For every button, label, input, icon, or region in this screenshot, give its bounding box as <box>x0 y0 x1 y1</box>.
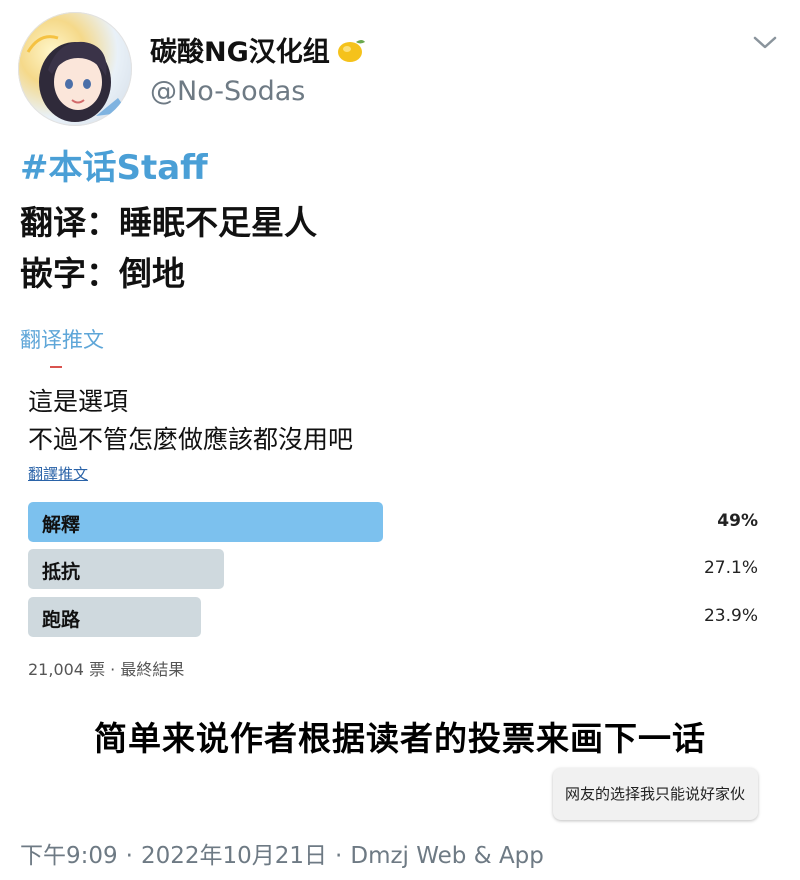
poll-footer: 21,004 票 · 最終結果 <box>28 660 185 679</box>
display-name[interactable]: 碳酸NG汉化组 <box>150 30 366 69</box>
poll-option-percent: 49% <box>717 511 758 531</box>
poll-option-label: 跑路 <box>42 609 81 631</box>
quoted-text-line: 這是選項 <box>28 387 129 416</box>
tweet-metadata: 下午9:09 · 2022年10月21日 · Dmzj Web & App <box>20 836 544 870</box>
tweet-time[interactable]: 下午9:09 <box>20 843 118 869</box>
translate-tweet-link[interactable]: 翻译推文 <box>20 324 104 354</box>
comment-text: 网友的选择我只能说好家伙 <box>565 785 746 803</box>
staff-translator-line: 翻译：睡眠不足星人 <box>20 203 317 242</box>
poll-option: 抵抗 27.1% <box>28 549 758 589</box>
quoted-translate-link[interactable]: 翻譯推文 <box>28 463 88 484</box>
meta-separator: · <box>125 843 133 869</box>
hashtag-link[interactable]: #本话Staff <box>20 140 208 189</box>
comment-bubble: 网友的选择我只能说好家伙 <box>553 768 758 820</box>
poll-option-bar <box>28 502 383 542</box>
staff-typesetter-line: 嵌字：倒地 <box>20 254 185 293</box>
quoted-text-line: 不過不管怎麼做應該都沒用吧 <box>28 425 354 454</box>
poll-option-label: 抵抗 <box>42 561 81 583</box>
lemon-icon <box>336 36 366 64</box>
tweet-date[interactable]: 2022年10月21日 <box>141 843 327 869</box>
avatar[interactable] <box>18 12 132 126</box>
avatar-illustration <box>26 35 128 122</box>
display-name-text[interactable]: 碳酸NG汉化组 <box>150 30 330 69</box>
poll-option: 解釋 49% <box>28 502 758 542</box>
user-handle[interactable]: @No-Sodas <box>150 76 305 107</box>
tweet-source[interactable]: Dmzj Web & App <box>350 843 544 869</box>
poll-option: 跑路 23.9% <box>28 597 758 637</box>
poll-option-label: 解釋 <box>42 514 81 536</box>
meta-separator: · <box>335 843 343 869</box>
caption-text: 简单来说作者根据读者的投票来画下一话 <box>94 719 706 758</box>
poll-option-percent: 27.1% <box>703 558 758 578</box>
crop-mark <box>50 366 62 368</box>
tweet-header: 碳酸NG汉化组 @No-Sodas <box>18 12 788 132</box>
chevron-down-icon[interactable] <box>752 34 778 52</box>
poll-option-percent: 23.9% <box>703 606 758 626</box>
